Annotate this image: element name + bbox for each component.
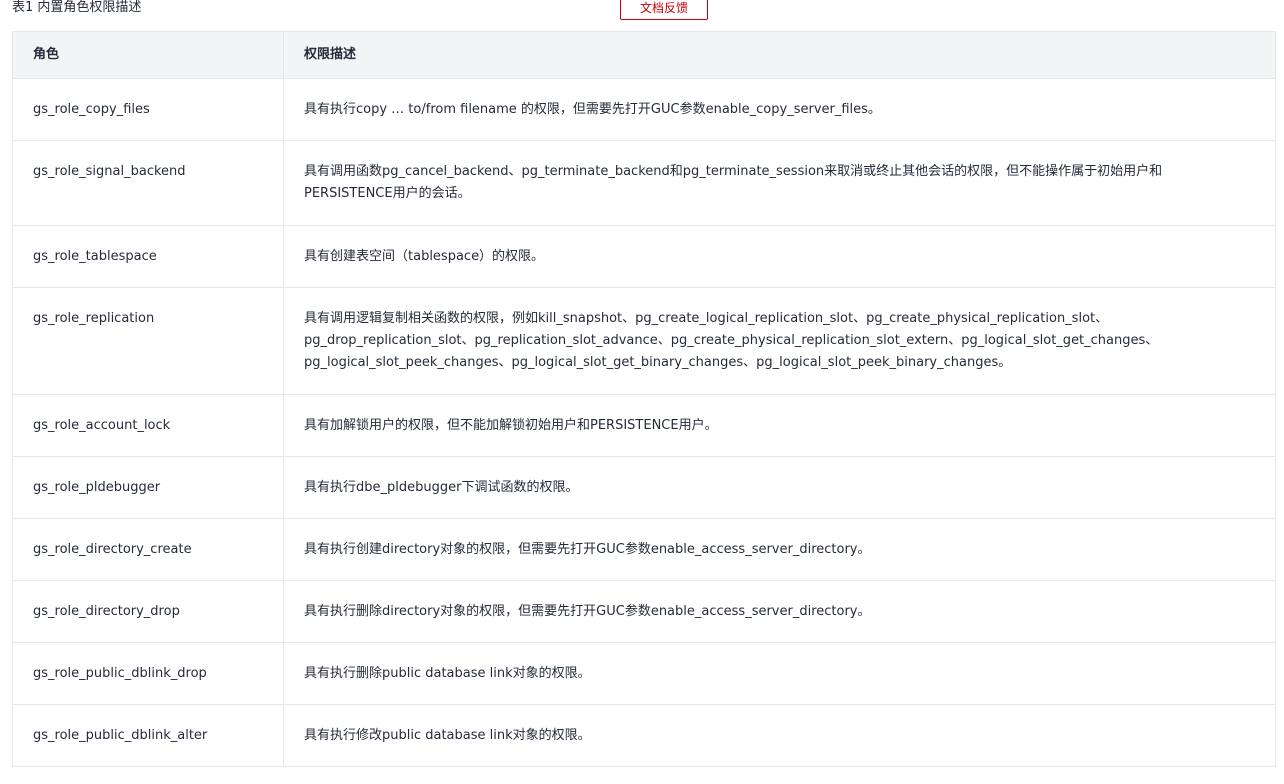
role-cell: gs_role_public_dblink_alter	[12, 704, 284, 767]
role-cell: gs_role_signal_backend	[12, 140, 284, 226]
table-caption: 表1 内置角色权限描述	[12, 0, 142, 15]
description-cell: 具有创建表空间（tablespace）的权限。	[283, 225, 1276, 288]
table-row: gs_role_account_lock 具有加解锁用户的权限，但不能加解锁初始用…	[12, 394, 1276, 457]
header-description: 权限描述	[283, 31, 1276, 79]
role-cell: gs_role_tablespace	[12, 225, 284, 288]
role-permission-table: 角色 权限描述 gs_role_copy_files 具有执行copy … to/…	[12, 31, 1276, 767]
description-cell: 具有执行创建directory对象的权限，但需要先打开GUC参数enable_a…	[283, 518, 1276, 581]
header-role: 角色	[12, 31, 284, 79]
role-cell: gs_role_public_dblink_drop	[12, 642, 284, 705]
table-header-row: 角色 权限描述	[12, 31, 1276, 79]
table-row: gs_role_copy_files 具有执行copy … to/from fil…	[12, 78, 1276, 141]
table-row: gs_role_tablespace 具有创建表空间（tablespace）的权限…	[12, 225, 1276, 288]
table-body: gs_role_copy_files 具有执行copy … to/from fil…	[12, 78, 1276, 767]
description-cell: 具有调用逻辑复制相关函数的权限，例如kill_snapshot、pg_creat…	[283, 287, 1276, 395]
description-cell: 具有执行删除public database link对象的权限。	[283, 642, 1276, 705]
role-cell: gs_role_replication	[12, 287, 284, 395]
doc-feedback-button[interactable]: 文档反馈	[620, 0, 708, 20]
description-cell: 具有执行修改public database link对象的权限。	[283, 704, 1276, 767]
role-cell: gs_role_directory_drop	[12, 580, 284, 643]
table-row: gs_role_directory_drop 具有执行删除directory对象的…	[12, 580, 1276, 643]
description-cell: 具有执行删除directory对象的权限，但需要先打开GUC参数enable_a…	[283, 580, 1276, 643]
role-cell: gs_role_account_lock	[12, 394, 284, 457]
description-cell: 具有调用函数pg_cancel_backend、pg_terminate_bac…	[283, 140, 1276, 226]
role-cell: gs_role_copy_files	[12, 78, 284, 141]
table-row: gs_role_public_dblink_drop 具有执行删除public d…	[12, 642, 1276, 705]
table-row: gs_role_pldebugger 具有执行dbe_pldebugger下调试函…	[12, 456, 1276, 519]
table-row: gs_role_signal_backend 具有调用函数pg_cancel_ba…	[12, 140, 1276, 226]
description-cell: 具有执行dbe_pldebugger下调试函数的权限。	[283, 456, 1276, 519]
role-cell: gs_role_pldebugger	[12, 456, 284, 519]
description-cell: 具有执行copy … to/from filename 的权限，但需要先打开GU…	[283, 78, 1276, 141]
role-cell: gs_role_directory_create	[12, 518, 284, 581]
description-cell: 具有加解锁用户的权限，但不能加解锁初始用户和PERSISTENCE用户。	[283, 394, 1276, 457]
table-row: gs_role_public_dblink_alter 具有执行修改public …	[12, 704, 1276, 767]
table-row: gs_role_directory_create 具有执行创建directory对…	[12, 518, 1276, 581]
table-row: gs_role_replication 具有调用逻辑复制相关函数的权限，例如kil…	[12, 287, 1276, 395]
